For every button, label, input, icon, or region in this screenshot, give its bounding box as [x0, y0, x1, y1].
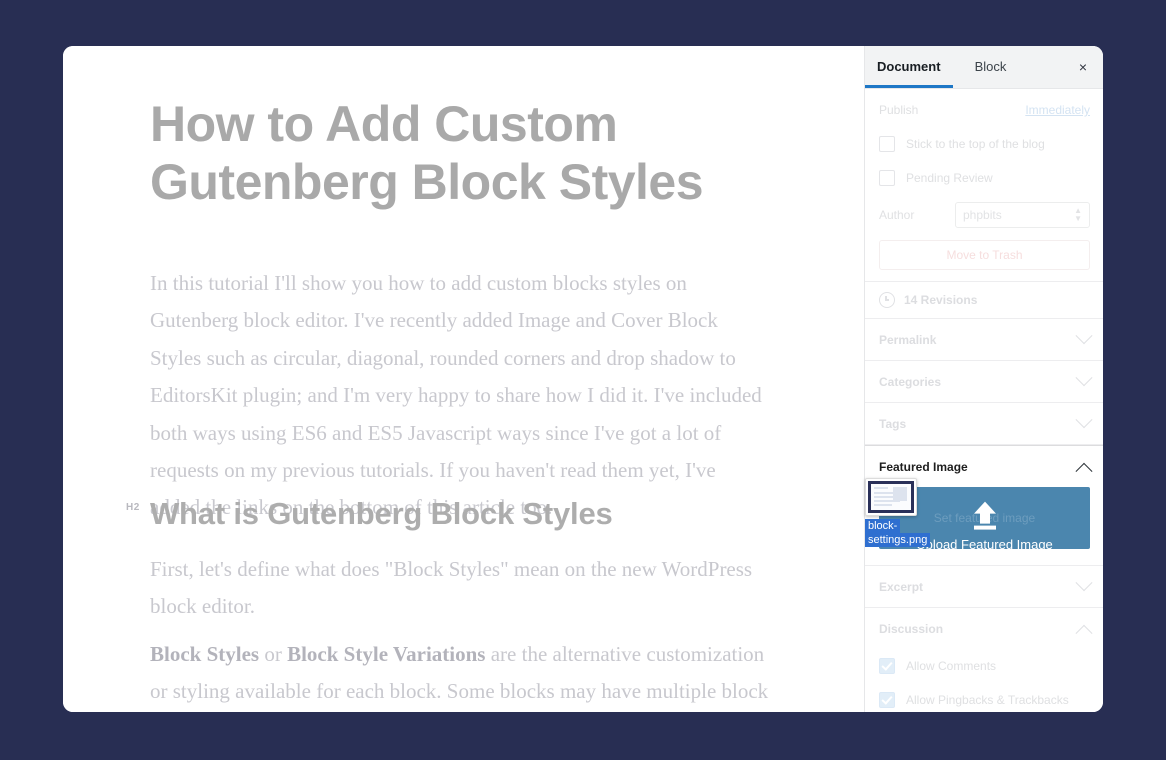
paragraph-block-3[interactable]: Block Styles or Block Style Variations a… — [150, 636, 770, 712]
discussion-panel: Discussion Allow Comments Allow Pingback… — [865, 608, 1103, 712]
author-select-value: phpbits — [963, 208, 1002, 222]
chevron-down-icon-excerpt[interactable] — [1075, 573, 1093, 591]
permalink-label: Permalink — [879, 332, 937, 347]
featured-image-dropzone[interactable]: Set featured image Upload Featured Image — [879, 487, 1090, 552]
checkbox-icon-sticky[interactable] — [879, 136, 895, 152]
post-content-area[interactable]: How to Add Custom Gutenberg Block Styles… — [63, 46, 864, 712]
chevron-down-icon-permalink[interactable] — [1075, 326, 1093, 344]
revisions-row[interactable]: 14 Revisions — [865, 282, 1103, 318]
upload-featured-image-label: Upload Featured Image — [916, 537, 1053, 552]
sidebar-tabs: Document Block × — [865, 46, 1103, 89]
status-and-visibility-panel: Publish Immediately Stick to the top of … — [865, 89, 1103, 282]
discussion-row[interactable]: Discussion — [865, 608, 1103, 649]
excerpt-panel[interactable]: Excerpt — [865, 566, 1103, 608]
pending-review-row[interactable]: Pending Review — [865, 161, 1103, 195]
heading-text: What is Gutenberg Block Styles — [150, 496, 613, 531]
sticky-post-label: Stick to the top of the blog — [906, 137, 1045, 151]
publish-label: Publish — [879, 103, 919, 117]
chevron-up-icon-featured-image[interactable] — [1075, 462, 1093, 480]
pending-review-label: Pending Review — [906, 171, 993, 185]
author-row: Author phpbits ▲ ▼ — [865, 195, 1103, 235]
tab-document[interactable]: Document — [865, 46, 953, 88]
paragraph-3-mid: or — [259, 642, 288, 666]
featured-image-label: Featured Image — [879, 459, 968, 474]
permalink-panel[interactable]: Permalink — [865, 319, 1103, 361]
close-icon[interactable]: × — [1072, 56, 1094, 78]
tab-block[interactable]: Block — [953, 46, 1019, 88]
author-select[interactable]: phpbits ▲ ▼ — [955, 202, 1090, 228]
allow-pingbacks-row[interactable]: Allow Pingbacks & Trackbacks — [865, 683, 1103, 712]
post-title[interactable]: How to Add Custom Gutenberg Block Styles — [150, 95, 750, 211]
clock-icon — [879, 292, 895, 308]
excerpt-label: Excerpt — [879, 579, 924, 594]
permalink-row[interactable]: Permalink — [865, 319, 1103, 360]
checkbox-icon-allow-comments[interactable] — [879, 658, 895, 674]
tags-panel[interactable]: Tags — [865, 403, 1103, 445]
move-to-trash-button[interactable]: Move to Trash — [879, 240, 1090, 270]
spinner-arrows-icon: ▲ ▼ — [1074, 206, 1082, 223]
paragraph-block-1[interactable]: In this tutorial I'll show you how to ad… — [150, 265, 770, 527]
heading-level-badge: H2 — [126, 502, 140, 513]
excerpt-row[interactable]: Excerpt — [865, 566, 1103, 607]
checkbox-icon-allow-pingbacks[interactable] — [879, 692, 895, 708]
allow-pingbacks-label: Allow Pingbacks & Trackbacks — [906, 693, 1069, 707]
editor-window: How to Add Custom Gutenberg Block Styles… — [63, 46, 1103, 712]
chevron-down-icon-categories[interactable] — [1075, 368, 1093, 386]
featured-image-row[interactable]: Featured Image — [865, 446, 1103, 487]
chevron-up-icon-discussion[interactable] — [1075, 624, 1093, 642]
categories-panel[interactable]: Categories — [865, 361, 1103, 403]
categories-label: Categories — [879, 374, 942, 389]
publish-row[interactable]: Publish Immediately — [865, 89, 1103, 127]
sticky-post-row[interactable]: Stick to the top of the blog — [865, 127, 1103, 161]
discussion-label: Discussion — [879, 621, 944, 636]
author-label: Author — [879, 208, 915, 222]
revisions-panel[interactable]: 14 Revisions — [865, 282, 1103, 319]
chevron-down-icon-tags[interactable] — [1075, 410, 1093, 428]
heading-block-h2[interactable]: H2 What is Gutenberg Block Styles — [126, 496, 790, 532]
tags-label: Tags — [879, 416, 907, 431]
document-settings-sidebar: Document Block × Publish Immediately Sti… — [864, 46, 1103, 712]
paragraph-block-2[interactable]: First, let's define what does "Block Sty… — [150, 551, 770, 626]
featured-image-panel: Featured Image Set featured image Upload… — [865, 445, 1103, 566]
upload-icon — [973, 501, 996, 530]
publish-date-link[interactable]: Immediately — [1025, 103, 1090, 117]
bold-term-2: Block Style Variations — [287, 642, 486, 666]
revisions-label: 14 Revisions — [904, 293, 978, 307]
allow-comments-label: Allow Comments — [906, 659, 997, 673]
tags-row[interactable]: Tags — [865, 403, 1103, 444]
allow-comments-row[interactable]: Allow Comments — [865, 649, 1103, 683]
bold-term-1: Block Styles — [150, 642, 260, 666]
categories-row[interactable]: Categories — [865, 361, 1103, 402]
checkbox-icon-pending[interactable] — [879, 170, 895, 186]
